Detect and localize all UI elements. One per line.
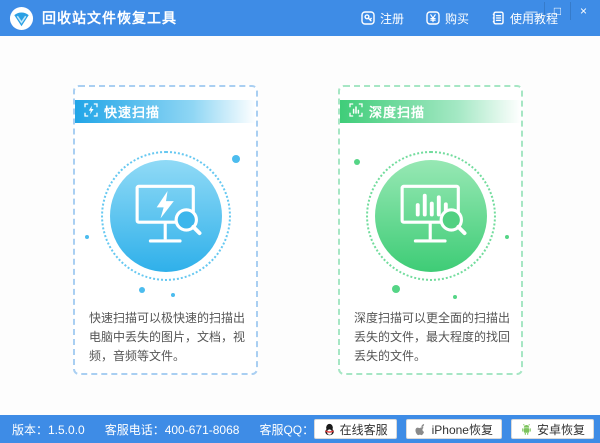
quick-scan-illustration (101, 151, 231, 281)
quick-scan-description: 快速扫描可以极快速的扫描出电脑中丢失的图片，文档，视频，音频等文件。 (89, 309, 248, 367)
version-label: 版本：1.5.0.0 (12, 421, 85, 438)
lightning-scan-icon (84, 103, 98, 120)
buy-label: 购买 (445, 10, 469, 27)
qq-icon (323, 423, 336, 436)
register-button[interactable]: 注册 (361, 10, 404, 27)
buy-yen-icon (426, 11, 440, 25)
deep-scan-illustration (366, 151, 496, 281)
deep-scan-title: 深度扫描 (369, 102, 425, 121)
android-recovery-button[interactable]: 安卓恢复 (511, 419, 594, 439)
decor-dot (232, 155, 240, 163)
decor-dot (171, 293, 175, 297)
app-window: 回收站文件恢复工具 注册 (0, 0, 600, 443)
titlebar: 回收站文件恢复工具 注册 (0, 0, 600, 36)
decor-dot (354, 159, 360, 165)
monitor-lightning-magnifier-icon (110, 160, 222, 272)
maximize-button[interactable]: □ (544, 2, 570, 20)
decor-dot (505, 235, 509, 239)
deep-scan-header: 深度扫描 (340, 100, 521, 123)
decor-dot (85, 235, 89, 239)
app-logo-icon (9, 6, 34, 31)
deep-scan-description: 深度扫描可以更全面的扫描出丢失的文件，最大程度的找回丢失的文件。 (354, 309, 513, 367)
online-service-label: 在线客服 (340, 421, 388, 438)
quick-scan-title: 快速扫描 (104, 102, 160, 121)
apple-icon (415, 423, 428, 436)
window-controls: — □ × (519, 2, 596, 20)
monitor-bars-magnifier-icon (375, 160, 487, 272)
decor-dot (392, 285, 400, 293)
decor-dot (453, 295, 457, 299)
statusbar-buttons: 在线客服 iPhone恢复 (314, 419, 594, 439)
register-label: 注册 (380, 10, 404, 27)
android-recovery-label: 安卓恢复 (537, 421, 585, 438)
android-icon (520, 423, 533, 436)
quick-scan-header: 快速扫描 (75, 100, 256, 123)
online-service-button[interactable]: 在线客服 (314, 419, 397, 439)
tutorial-doc-icon (491, 11, 505, 25)
buy-button[interactable]: 购买 (426, 10, 469, 27)
deep-scan-card[interactable]: 深度扫描 深度扫描可以更全面的扫描出丢失的文件，最大程度的找回丢失的文件。 (338, 85, 523, 375)
close-button[interactable]: × (570, 2, 596, 20)
bars-scan-icon (349, 103, 363, 120)
decor-dot (139, 287, 145, 293)
app-title: 回收站文件恢复工具 (42, 8, 177, 28)
iphone-recovery-button[interactable]: iPhone恢复 (406, 419, 502, 439)
iphone-recovery-label: iPhone恢复 (432, 421, 493, 438)
register-key-icon (361, 11, 375, 25)
service-phone-label: 客服电话：400-671-8068 (105, 421, 240, 438)
quick-scan-card[interactable]: 快速扫描 快速扫描可以极快速的扫描出电脑中丢失的图片，文档，视频，音频等文件。 (73, 85, 258, 375)
statusbar: 版本：1.5.0.0 客服电话：400-671-8068 客服QQ：400 67… (0, 415, 600, 443)
minimize-button[interactable]: — (519, 2, 544, 20)
